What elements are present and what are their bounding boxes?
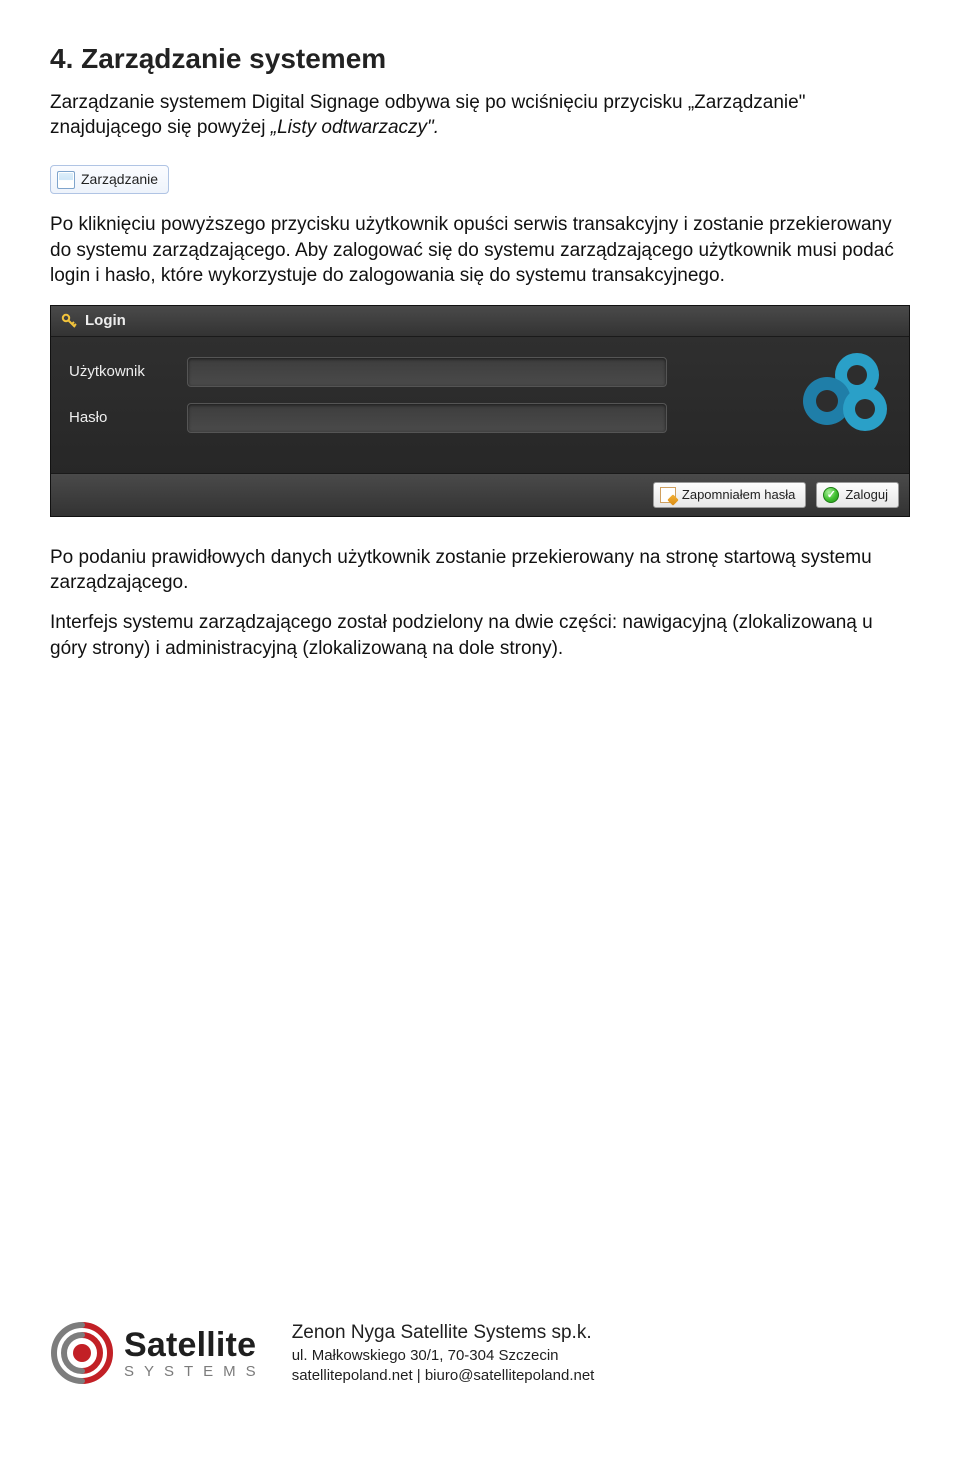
login-footer: Zapomniałem hasła Zaloguj [51, 473, 909, 516]
management-button[interactable]: Zarządzanie [50, 165, 169, 194]
brand-subtitle: SYSTEMS [124, 1364, 266, 1379]
username-input[interactable] [187, 357, 667, 387]
company-logo-text: Satellite SYSTEMS [124, 1328, 266, 1379]
forgot-password-label: Zapomniałem hasła [682, 486, 795, 504]
company-address: ul. Małkowskiego 30/1, 70-304 Szczecin [292, 1346, 595, 1366]
password-label: Hasło [69, 408, 169, 428]
login-panel: Login Użytkownik Hasło Zapomniałem hasła [50, 305, 910, 517]
window-icon [57, 171, 75, 189]
password-input[interactable] [187, 403, 667, 433]
login-header-label: Login [85, 311, 126, 331]
login-button-label: Zaloguj [845, 486, 888, 504]
check-circle-icon [823, 487, 839, 503]
username-label: Użytkownik [69, 362, 169, 382]
company-contact: satellitepoland.net | biuro@satellitepol… [292, 1366, 595, 1386]
management-button-label: Zarządzanie [81, 170, 158, 189]
section-heading: 4. Zarządzanie systemem [50, 40, 910, 78]
login-body: Użytkownik Hasło [51, 337, 909, 473]
company-name: Zenon Nyga Satellite Systems sp.k. [292, 1320, 595, 1346]
login-button[interactable]: Zaloguj [816, 482, 899, 508]
login-row-user: Użytkownik [69, 357, 891, 387]
forgot-password-button[interactable]: Zapomniałem hasła [653, 482, 806, 508]
satellite-logo-icon [50, 1321, 114, 1385]
edit-note-icon [660, 487, 676, 503]
brand-name: Satellite [124, 1328, 266, 1362]
paragraph-2: Po kliknięciu powyższego przycisku użytk… [50, 212, 910, 289]
page-footer: Satellite SYSTEMS Zenon Nyga Satellite S… [50, 1320, 594, 1386]
brand-logo-icon [791, 351, 891, 437]
paragraph-3: Po podaniu prawidłowych danych użytkowni… [50, 545, 910, 596]
company-logo: Satellite SYSTEMS [50, 1321, 266, 1385]
paragraph-1: Zarządzanie systemem Digital Signage odb… [50, 90, 910, 141]
paragraph-4: Interfejs systemu zarządzającego został … [50, 610, 910, 661]
paragraph-1-italic: „Listy odtwarzaczy". [271, 117, 439, 138]
login-header: Login [51, 306, 909, 337]
key-icon [61, 313, 77, 329]
footer-contact: Zenon Nyga Satellite Systems sp.k. ul. M… [292, 1320, 595, 1386]
login-row-pass: Hasło [69, 403, 891, 433]
